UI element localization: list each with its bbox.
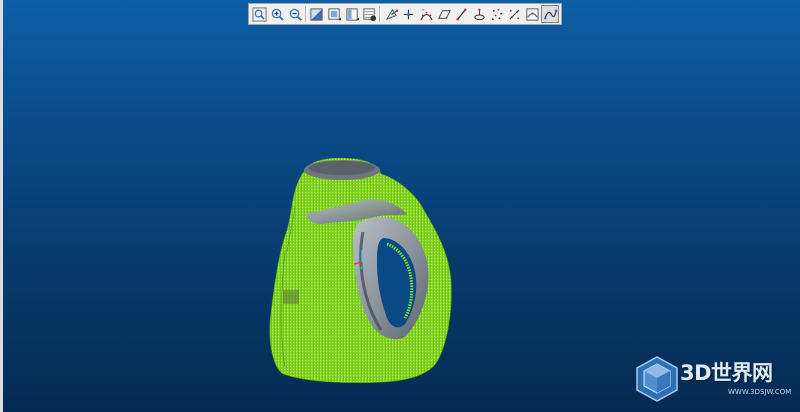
point-cloud-button[interactable] [488, 5, 506, 23]
view-cube-button[interactable] [326, 5, 344, 23]
view-toolbar [248, 3, 562, 25]
wireframe-view-button[interactable] [343, 5, 361, 23]
toolbar-separator [379, 6, 382, 22]
view-cube-icon [328, 7, 341, 20]
trim-points-button[interactable] [506, 5, 524, 23]
plane-icon [437, 9, 451, 19]
zoom-in-icon [271, 8, 284, 21]
zoom-in-button[interactable] [269, 5, 287, 23]
zoom-out-button[interactable] [286, 5, 304, 23]
line-tool-button[interactable] [453, 5, 471, 23]
curve-connect-icon [543, 9, 557, 19]
curve-points-icon [420, 8, 433, 20]
shaded-view-icon [310, 7, 323, 21]
watermark-title: 3D世界网 [680, 361, 773, 385]
layer-manager-button[interactable] [361, 5, 379, 23]
curve-points-button[interactable] [418, 5, 436, 23]
line-tool-icon [456, 8, 467, 20]
curve-connect-button[interactable] [541, 5, 560, 23]
zoom-window-button[interactable] [251, 5, 269, 23]
trim-points-icon [509, 8, 520, 20]
circle-tool-button[interactable] [471, 5, 489, 23]
wireframe-view-icon [345, 7, 359, 21]
shaded-view-button[interactable] [308, 5, 326, 23]
add-point-button[interactable] [400, 5, 418, 23]
point-cloud-icon [491, 8, 502, 20]
point-select-icon [385, 8, 399, 20]
point-cloud-bottle-model[interactable] [265, 152, 465, 392]
add-point-icon [404, 9, 414, 19]
watermark-url: WWW.3DSJW.COM [728, 388, 792, 396]
plane-button[interactable] [435, 5, 453, 23]
toolbar-separator [304, 6, 307, 22]
circle-tool-icon [474, 8, 485, 20]
zoom-window-icon [252, 6, 267, 22]
surface-edit-icon [526, 7, 539, 21]
point-select-button[interactable] [382, 5, 400, 23]
cube-logo-icon [636, 356, 678, 402]
layer-manager-icon [363, 7, 377, 21]
surface-edit-button[interactable] [524, 5, 542, 23]
zoom-out-icon [289, 8, 302, 21]
3dsjw-watermark: 3D世界网 WWW.3DSJW.COM [632, 354, 792, 406]
